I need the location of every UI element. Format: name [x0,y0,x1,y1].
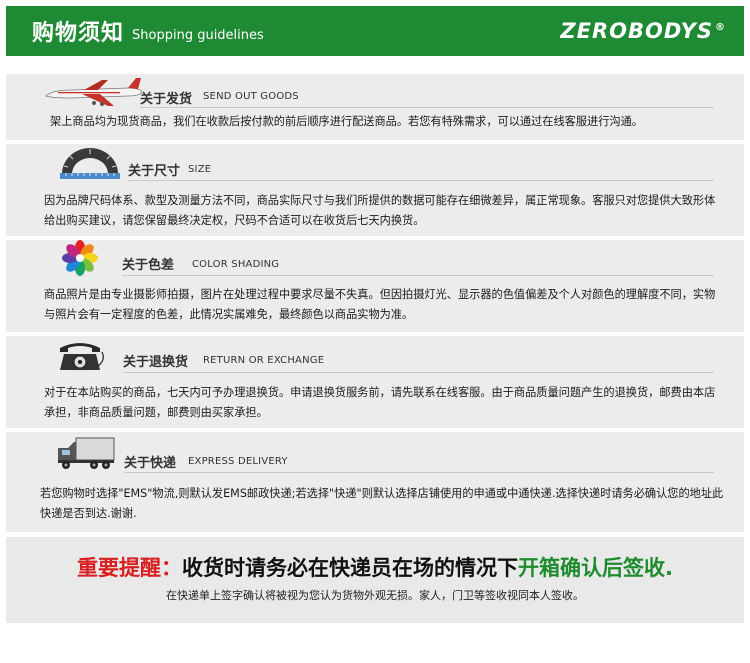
reminder-label: 重要提醒： [77,556,182,580]
reminder-subtext: 在快递单上签字确认将被视为您认为货物外观无损。家人，门卫等签收视同本人签收。 [166,589,584,602]
brand-name: ZEROBODYS [560,19,713,43]
section-title-en: SEND OUT GOODS [203,91,299,102]
section-send-out-goods: 关于发货 SEND OUT GOODS 架上商品均为现货商品，我们在收款后按付款… [6,74,744,140]
truck-icon [58,437,115,469]
section-title-cn: 关于快递 [124,456,177,471]
section-divider [140,107,714,108]
section-header: 关于快递 EXPRESS DELIVERY [6,432,744,473]
section-title-en: SIZE [188,164,212,175]
color-wheel-icon [62,240,98,276]
section-title-cn: 关于色差 [122,258,175,273]
important-reminder: 重要提醒：收货时请务必在快递员在场的情况下开箱确认后签收. 在快递单上签字确认将… [6,537,744,623]
protractor-ruler-icon [60,148,120,179]
telephone-icon [60,343,104,370]
page-title: 购物须知 [32,21,125,46]
section-header: 关于退换货 RETURN OR EXCHANGE [6,336,744,376]
section-header: 关于发货 SEND OUT GOODS [6,74,744,114]
section-body: 对于在本站购买的商品，七天内可予办理退换货。申请退换货服务前，请先联系在线客服。… [44,386,716,419]
section-header: 关于色差 COLOR SHADING [6,240,744,280]
section-body: 架上商品均为现货商品，我们在收款后按付款的前后顺序进行配送商品。若您有特殊需求，… [50,115,643,128]
section-express-delivery: 关于快递 EXPRESS DELIVERY 若您购物时选择"EMS"物流,则默认… [6,432,744,532]
section-color-shading: 关于色差 COLOR SHADING 商品照片是由专业摄影师拍摄，图片在处理过程… [6,240,744,332]
section-divider [128,180,714,181]
section-body: 商品照片是由专业摄影师拍摄，图片在处理过程中要求尽量不失真。但因拍摄灯光、显示器… [44,288,716,321]
section-body: 因为品牌尺码体系、款型及测量方法不同，商品实际尺寸与我们所提供的数据可能存在细微… [44,194,716,227]
section-return-exchange: 关于退换货 RETURN OR EXCHANGE 对于在本站购买的商品，七天内可… [6,336,744,428]
section-title-cn: 关于退换货 [123,355,189,370]
reminder-emphasis: 开箱确认后签收. [518,556,673,580]
section-title-cn: 关于尺寸 [128,164,181,179]
section-size: 关于尺寸 SIZE 因为品牌尺码体系、款型及测量方法不同，商品实际尺寸与我们所提… [6,144,744,236]
airplane-icon [45,78,143,106]
section-divider [124,472,714,473]
section-divider [123,372,714,373]
reminder-headline: 重要提醒：收货时请务必在快递员在场的情况下开箱确认后签收. [6,552,744,582]
section-header: 关于尺寸 SIZE [6,144,744,184]
section-divider [122,275,714,276]
registered-mark: ® [715,22,726,33]
section-title-en: RETURN OR EXCHANGE [203,355,325,366]
section-title-en: COLOR SHADING [192,259,280,270]
page-subtitle: Shopping guidelines [132,27,264,43]
header-banner: 购物须知 Shopping guidelines ZEROBODYS ® [6,6,744,56]
reminder-text: 收货时请务必在快递员在场的情况下 [182,556,518,580]
section-title-cn: 关于发货 [140,92,193,107]
brand-logo: ZEROBODYS ® [560,19,726,43]
section-title-en: EXPRESS DELIVERY [188,456,288,467]
section-body: 若您购物时选择"EMS"物流,则默认发EMS邮政快递;若选择"快递"则默认选择店… [40,487,724,520]
